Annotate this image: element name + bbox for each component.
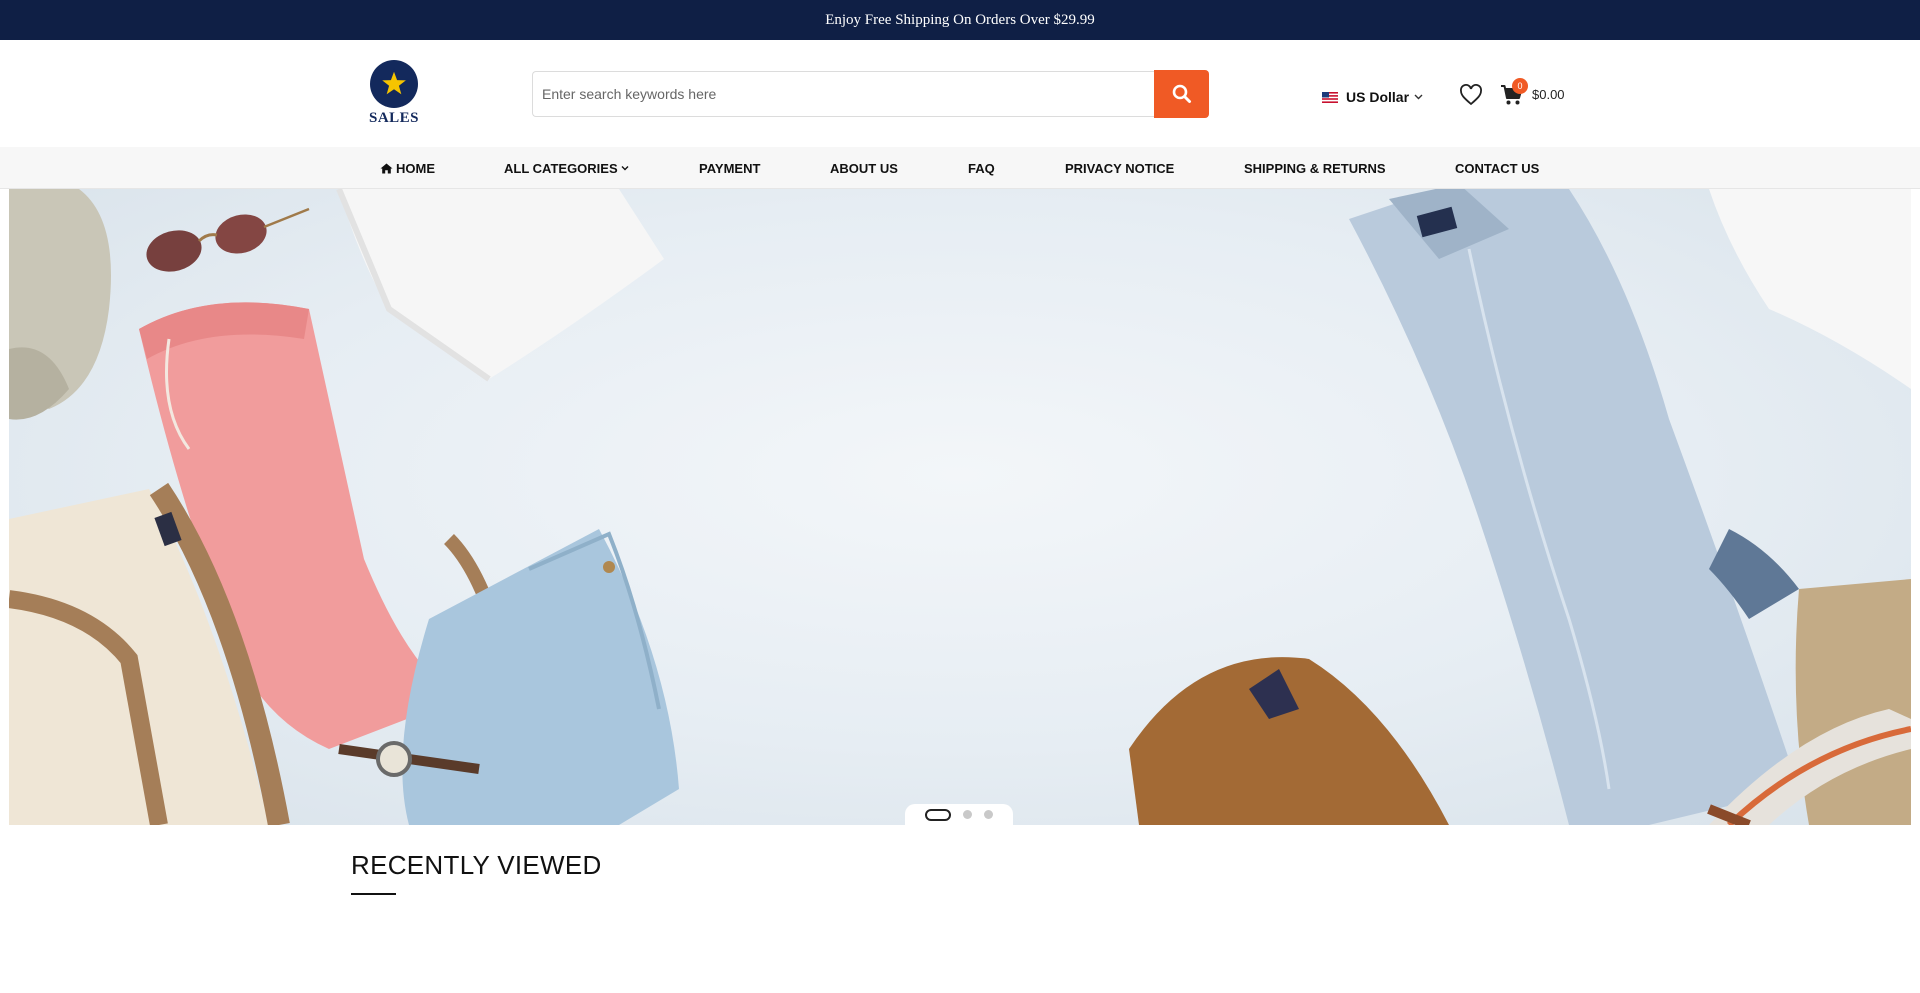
search-input[interactable] (532, 71, 1154, 117)
nav-payment[interactable]: PAYMENT (699, 147, 760, 189)
cart-count-badge: 0 (1512, 78, 1528, 94)
heart-icon[interactable] (1459, 84, 1483, 106)
currency-label: US Dollar (1346, 89, 1410, 105)
nav-contact-us-label: CONTACT US (1455, 160, 1540, 176)
site-logo[interactable]: SALES (369, 60, 422, 128)
search-bar (532, 70, 1209, 118)
nav-home-label: HOME (396, 160, 435, 176)
nav-privacy-notice[interactable]: PRIVACY NOTICE (1065, 147, 1174, 189)
carousel-dot[interactable] (984, 810, 993, 819)
nav-about-us[interactable]: ABOUT US (830, 147, 898, 189)
cart-total[interactable]: $0.00 (1532, 87, 1565, 102)
carousel-dot[interactable] (963, 810, 972, 819)
star-icon (370, 60, 418, 108)
promo-bar: Enjoy Free Shipping On Orders Over $29.9… (0, 0, 1920, 40)
us-flag-icon (1322, 91, 1338, 103)
hero-clothing-image (9, 189, 1911, 825)
carousel-pagination (905, 804, 1013, 825)
title-underline (351, 893, 396, 895)
nav-contact-us[interactable]: CONTACT US (1455, 147, 1539, 189)
currency-selector[interactable]: US Dollar (1322, 86, 1423, 108)
promo-text: Enjoy Free Shipping On Orders Over $29.9… (825, 11, 1095, 28)
nav-faq-label: FAQ (968, 160, 995, 176)
nav-shipping-returns[interactable]: SHIPPING & RETURNS (1244, 147, 1386, 189)
nav-home[interactable]: HOME (380, 147, 435, 189)
search-button[interactable] (1154, 70, 1209, 118)
home-icon (380, 163, 393, 173)
site-header: SALES US Dollar 0 $0 (0, 40, 1920, 147)
chevron-down-icon (1414, 94, 1423, 100)
nav-faq[interactable]: FAQ (968, 147, 995, 189)
nav-about-us-label: ABOUT US (830, 160, 898, 176)
nav-all-categories[interactable]: ALL CATEGORIES (504, 147, 629, 189)
logo-text: SALES (369, 110, 420, 126)
nav-all-categories-label: ALL CATEGORIES (504, 160, 618, 176)
nav-privacy-notice-label: PRIVACY NOTICE (1065, 160, 1175, 176)
recently-viewed-title: RECENTLY VIEWED (351, 850, 602, 880)
carousel-dot[interactable] (925, 808, 951, 821)
chevron-down-icon (621, 166, 629, 171)
nav-payment-label: PAYMENT (699, 160, 761, 176)
main-nav: HOME ALL CATEGORIES PAYMENT ABOUT US FAQ… (0, 147, 1920, 189)
hero-banner[interactable] (9, 189, 1911, 825)
search-icon (1172, 84, 1191, 103)
nav-shipping-returns-label: SHIPPING & RETURNS (1244, 160, 1386, 176)
